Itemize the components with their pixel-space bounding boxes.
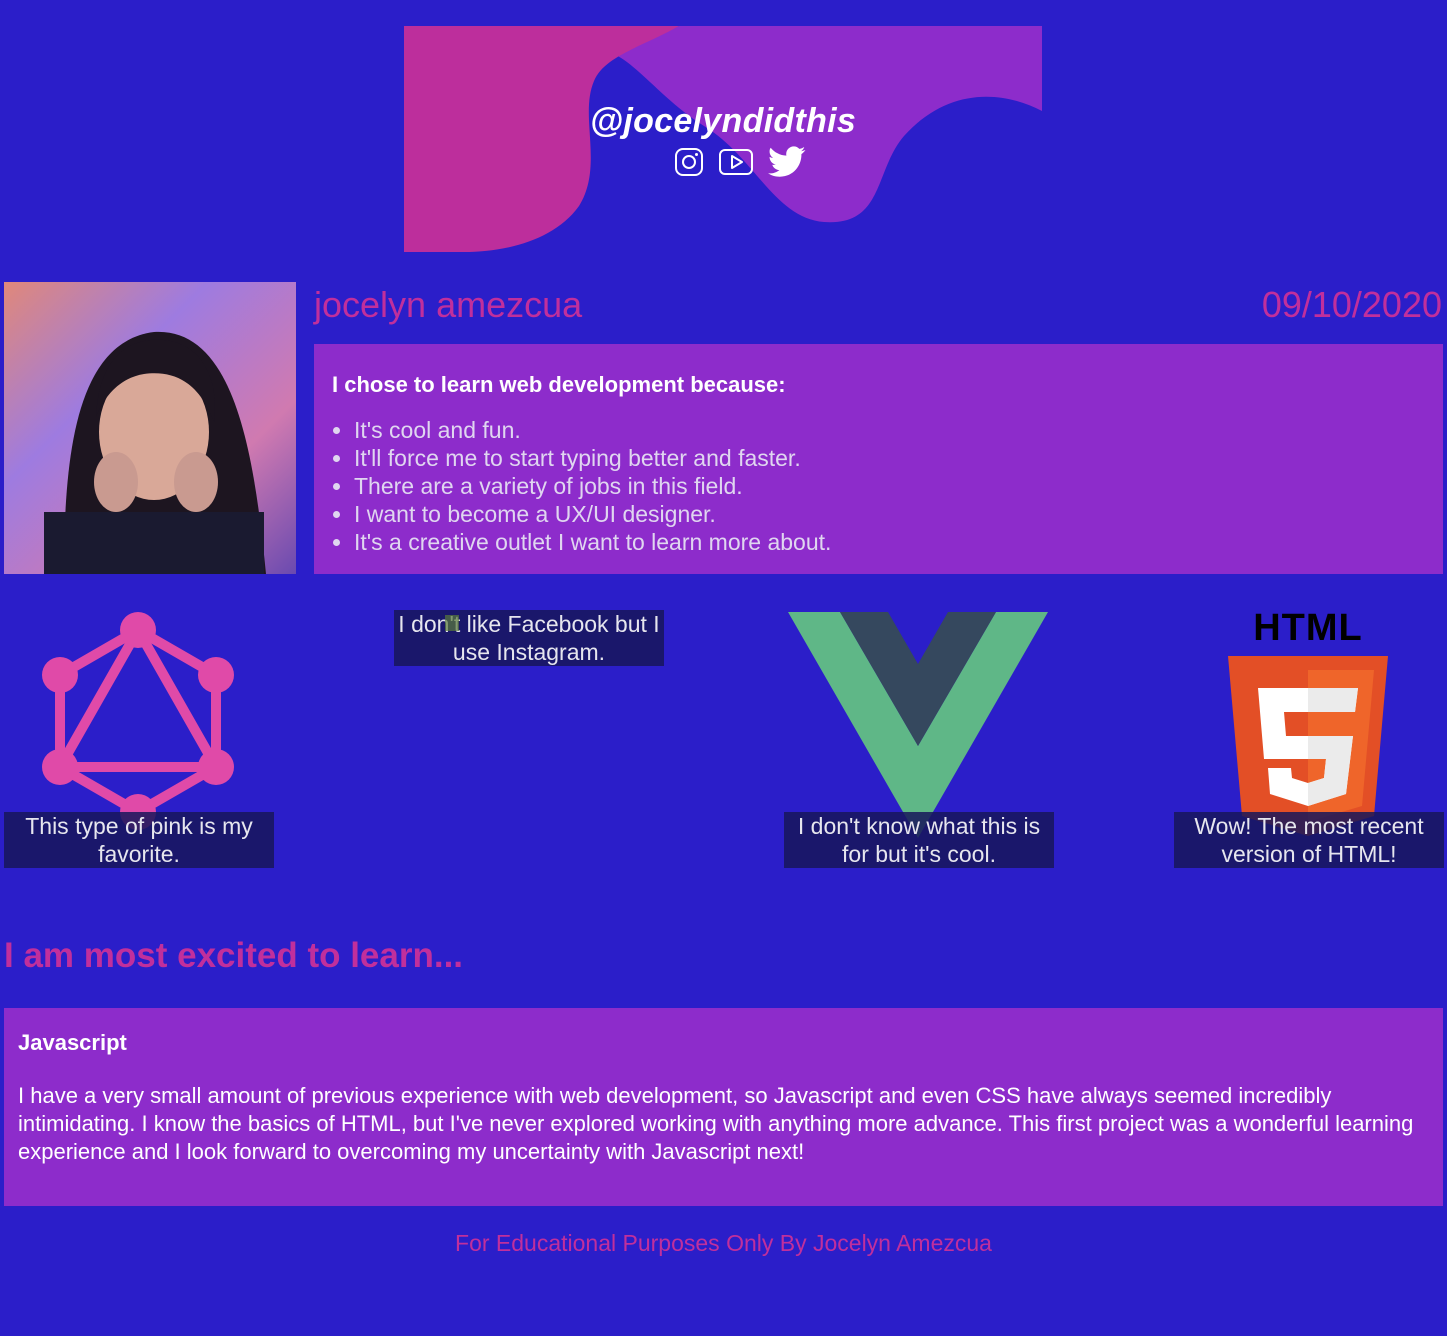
list-item: It'll force me to start typing better an… — [354, 444, 831, 472]
list-item: I want to become a UX/UI designer. — [354, 500, 831, 528]
excited-title: Javascript — [18, 1030, 127, 1055]
profile-date: 09/10/2020 — [1261, 284, 1442, 325]
header-banner: @jocelyndidthis — [404, 26, 1042, 252]
twitter-icon[interactable] — [768, 146, 806, 183]
logo-caption: I don't know what this is for but it's c… — [784, 812, 1054, 868]
profile-photo — [4, 282, 296, 574]
list-item: It's a creative outlet I want to learn m… — [354, 528, 831, 556]
list-item: There are a variety of jobs in this fiel… — [354, 472, 831, 500]
logo-caption: This type of pink is my favorite. — [4, 812, 274, 868]
excited-card: Javascript I have a very small amount of… — [4, 1008, 1443, 1206]
excited-heading: I am most excited to learn... — [4, 936, 464, 975]
graphql-icon — [36, 612, 240, 839]
excited-body: I have a very small amount of previous e… — [18, 1083, 1414, 1164]
list-item: It's cool and fun. — [354, 416, 831, 444]
broken-image-icon — [444, 614, 460, 637]
reasons-list: It's cool and fun. It'll force me to sta… — [354, 416, 831, 556]
reasons-title: I chose to learn web development because… — [332, 372, 786, 397]
youtube-icon[interactable] — [718, 147, 754, 182]
html5-label: HTML — [1253, 607, 1363, 649]
logo-caption: I don't like Facebook but I use Instagra… — [394, 610, 664, 666]
logo-caption: Wow! The most recent version of HTML! — [1174, 812, 1444, 868]
social-links — [674, 146, 806, 183]
social-handle: @jocelyndidthis — [589, 102, 857, 140]
html5-icon: HTML — [1228, 608, 1388, 841]
footer: For Educational Purposes Only By Jocelyn… — [455, 1230, 992, 1256]
vue-icon — [788, 612, 1048, 843]
profile-name: jocelyn amezcua — [314, 284, 583, 325]
instagram-icon[interactable] — [674, 147, 704, 182]
reasons-card: I chose to learn web development because… — [314, 344, 1443, 574]
